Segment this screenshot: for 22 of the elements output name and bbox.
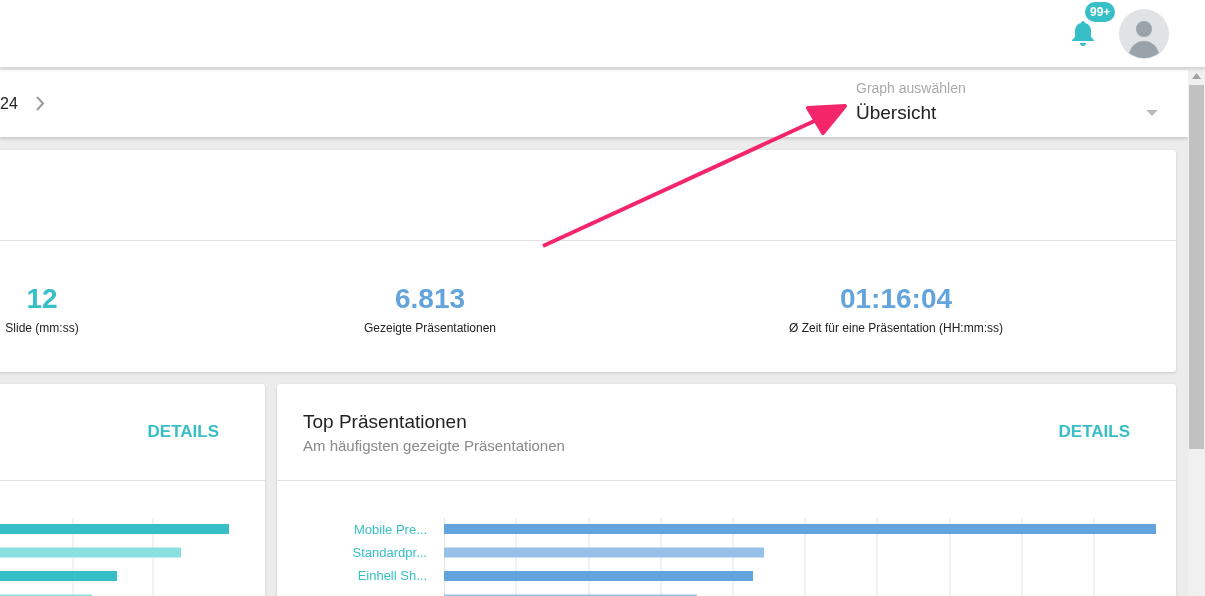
stat-label: Ø Zeit für eine Präsentation (HH:mm:ss): [788, 321, 1004, 335]
stat-label: Slide (mm:ss): [5, 321, 79, 335]
bar-label: Mobile Pre...: [354, 522, 427, 538]
bell-icon[interactable]: [1071, 19, 1095, 46]
caret-icon: [1146, 110, 1158, 116]
date-range-text: 24: [0, 94, 18, 113]
details-link[interactable]: DETAILS: [147, 422, 219, 442]
stat-value: 01:16:04: [839, 283, 953, 315]
card-title: Top Präsentationen: [303, 410, 468, 433]
stat-value: 12: [26, 283, 58, 315]
card-subtitle: Am häufigsten gezeigte Präsentationen: [303, 436, 565, 454]
details-link[interactable]: DETAILS: [1058, 422, 1130, 442]
stat-label: Gezeigte Präsentationen: [363, 321, 497, 335]
stat-value: 6.813: [394, 283, 466, 315]
chevron-right-icon[interactable]: [35, 96, 45, 111]
bar-label: Standardpr...: [352, 545, 427, 561]
scrollbar-thumb[interactable]: [1189, 85, 1204, 449]
graph-select[interactable]: Graph auswählen Übersicht: [856, 70, 1158, 124]
scroll-up-icon[interactable]: [1192, 73, 1201, 79]
avatar[interactable]: [1119, 8, 1169, 59]
bar-label: Einhell Sh...: [357, 568, 427, 584]
notification-badge: 99+: [1085, 1, 1116, 22]
